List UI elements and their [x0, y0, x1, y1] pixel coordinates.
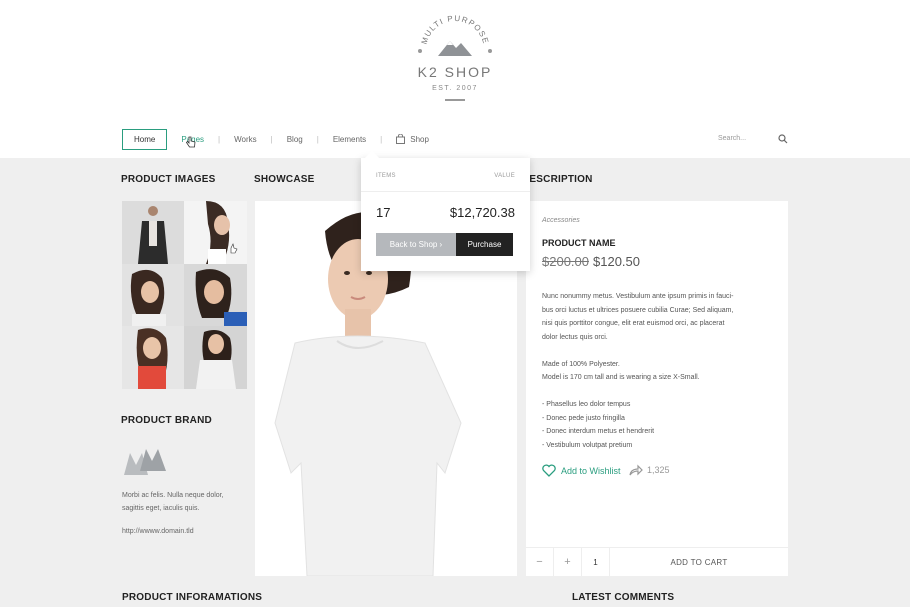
cart-item-count: 17 [376, 205, 391, 220]
share-arrow-icon [629, 464, 643, 476]
search-input[interactable]: Search... [718, 135, 746, 142]
logo-tagline: MULTI PURPOSE [420, 14, 490, 46]
description-line: dolor lectus quis orci. [542, 333, 608, 341]
old-price: $200.00 [542, 254, 589, 269]
description-line: Made of 100% Polyester. [542, 360, 620, 368]
description-panel: Accessories PRODUCT NAME $200.00 $120.50 … [526, 201, 788, 576]
description-line: bus orci luctus et ultrices posuere cubi… [542, 306, 734, 314]
nav-shop-label: Shop [410, 134, 429, 144]
thumbnail-image[interactable] [122, 201, 184, 264]
product-images-heading: PRODUCT IMAGES [121, 174, 216, 185]
items-column-label: ITEMS [376, 173, 396, 179]
quantity-increase-button[interactable]: + [554, 548, 582, 576]
add-to-cart-bar: − + 1 ADD TO CART [526, 547, 788, 576]
heart-icon [542, 464, 556, 477]
cart-total: $12,720.38 [449, 205, 515, 220]
quantity-decrease-button[interactable]: − [526, 548, 554, 576]
purchase-button[interactable]: Purchase [456, 233, 513, 256]
logo-brand: K2 SHOP [417, 64, 493, 80]
nav-separator: | [380, 134, 383, 144]
product-informations-heading: PRODUCT INFORAMATIONS [122, 592, 263, 603]
nav-home[interactable]: Home [122, 128, 168, 150]
dropdown-divider [361, 191, 530, 192]
product-name: PRODUCT NAME [542, 238, 616, 248]
add-to-cart-button[interactable]: ADD TO CART [610, 548, 788, 576]
description-heading: DESCRIPTION [522, 174, 593, 185]
product-thumbnails [122, 201, 247, 389]
logo-est: EST. 2007 [432, 85, 478, 92]
add-to-wishlist-button[interactable]: Add to Wishlist [542, 464, 621, 477]
nav-separator: | [270, 134, 273, 144]
nav-elements[interactable]: Elements [333, 135, 366, 144]
cart-dropdown: ITEMS VALUE 17 $12,720.38 Back to Shop ›… [361, 150, 530, 271]
main-nav: Home Pages | Works | Blog | Elements | S… [122, 128, 429, 150]
nav-blog[interactable]: Blog [287, 135, 303, 144]
wishlist-label: Add to Wishlist [561, 465, 621, 476]
description-line: nisi quis porttitor congue, elit erat eu… [542, 320, 725, 327]
description-line: - Donec pede justo fringilla [542, 414, 625, 422]
product-description: Nunc nonummy metus. Vestibulum ante ipsu… [542, 290, 757, 452]
nav-separator: | [218, 134, 221, 144]
thumbnail-image[interactable] [184, 201, 247, 264]
product-category[interactable]: Accessories [542, 217, 580, 224]
share-count: 1,325 [647, 465, 670, 475]
thumbnail-image[interactable] [122, 264, 184, 326]
svg-text:MULTI PURPOSE: MULTI PURPOSE [420, 14, 491, 46]
brand-url-link[interactable]: http://wwww.domain.tld [122, 528, 194, 535]
shopping-bag-icon [396, 134, 406, 144]
thumbnail-image[interactable] [184, 326, 247, 389]
description-line [542, 385, 757, 399]
latest-comments-heading: LATEST COMMENTS [572, 592, 675, 603]
brand-description: Morbi ac felis. Nulla neque dolor, sagit… [122, 492, 224, 512]
showcase-heading: SHOWCASE [254, 174, 315, 185]
mountain-emblem-icon: MULTI PURPOSE [418, 14, 492, 56]
share-button[interactable]: 1,325 [629, 464, 670, 476]
brand-logo [122, 445, 168, 484]
nav-separator: | [316, 134, 319, 144]
nav-shop[interactable]: Shop [396, 134, 429, 144]
description-line: - Donec interdum metus et hendrerit [542, 428, 655, 435]
search-box[interactable]: Search... [718, 133, 790, 147]
quantity-input[interactable]: 1 [582, 548, 610, 576]
thumbnail-image[interactable] [184, 264, 247, 326]
hand-cursor-icon [186, 136, 196, 148]
search-icon[interactable] [778, 134, 788, 144]
current-price: $120.50 [593, 254, 640, 269]
value-column-label: VALUE [494, 173, 515, 179]
description-line: - Phasellus leo dolor tempus [542, 401, 631, 408]
nav-works[interactable]: Works [234, 135, 257, 144]
description-line: Model is 170 cm tall and is wearing a si… [542, 374, 700, 381]
logo-underline [445, 99, 465, 101]
site-logo[interactable]: MULTI PURPOSE K2 SHOP EST. 2007 [410, 12, 500, 104]
description-line [542, 344, 757, 358]
product-price: $200.00 $120.50 [542, 254, 640, 269]
back-to-shop-button[interactable]: Back to Shop › [376, 233, 456, 256]
description-line: Nunc nonummy metus. Vestibulum ante ipsu… [542, 293, 734, 300]
product-brand-heading: PRODUCT BRAND [121, 415, 212, 426]
description-line: - Vestibulum volutpat pretium [542, 441, 633, 449]
thumbnail-image[interactable] [122, 326, 184, 389]
